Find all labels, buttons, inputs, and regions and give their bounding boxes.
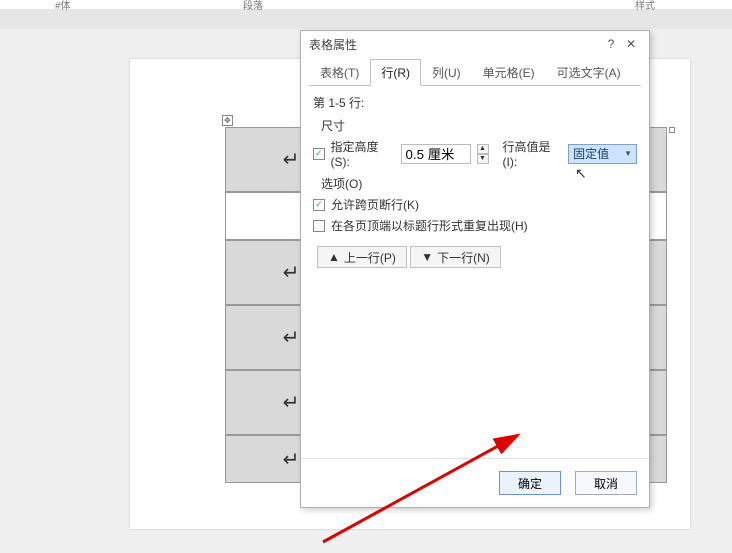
cancel-button[interactable]: 取消 [575, 471, 637, 495]
height-step-down[interactable]: ▼ [477, 154, 489, 164]
paragraph-mark-icon: ↵ [283, 390, 300, 415]
ok-button[interactable]: 确定 [499, 471, 561, 495]
next-row-button[interactable]: ▼下一行(N) [410, 246, 501, 268]
ribbon-group-styles: 样式 [635, 0, 655, 12]
row-height-mode-value: 固定值 [573, 145, 609, 162]
close-button[interactable]: ✕ [621, 37, 641, 51]
chevron-down-icon: ▼ [624, 149, 632, 158]
ribbon-separator [0, 9, 732, 29]
mouse-cursor-icon: ↖ [575, 165, 587, 182]
tab-cell[interactable]: 单元格(E) [472, 59, 546, 86]
tab-row[interactable]: 行(R) [370, 59, 421, 86]
ribbon-group-paragraph: 段落 [243, 0, 263, 12]
previous-row-button[interactable]: ▲上一行(P) [317, 246, 407, 268]
triangle-up-icon: ▲ [328, 250, 340, 264]
ribbon-group-font: #体 [55, 0, 71, 12]
triangle-down-icon: ▼ [421, 250, 433, 264]
row-height-mode-select[interactable]: 固定值 ▼ [568, 144, 637, 164]
paragraph-mark-icon: ↵ [283, 147, 300, 172]
options-section-label: 选项(O) [321, 175, 637, 192]
tab-bar: 表格(T) 行(R) 列(U) 单元格(E) 可选文字(A) [301, 57, 649, 86]
tab-table[interactable]: 表格(T) [309, 59, 370, 86]
help-button[interactable]: ? [601, 37, 621, 51]
table-properties-dialog: 表格属性 ? ✕ 表格(T) 行(R) 列(U) 单元格(E) 可选文字(A) … [300, 30, 650, 508]
row-height-is-label: 行高值是(I): [503, 138, 563, 169]
paragraph-mark-icon: ↵ [283, 447, 300, 472]
specify-height-checkbox[interactable] [313, 148, 325, 160]
tab-alt-text[interactable]: 可选文字(A) [546, 59, 632, 86]
allow-break-checkbox[interactable] [313, 199, 325, 211]
row-range-label: 第 1-5 行: [313, 94, 637, 111]
resize-handle[interactable] [669, 127, 675, 133]
tab-column[interactable]: 列(U) [421, 59, 472, 86]
paragraph-mark-icon: ↵ [283, 325, 300, 350]
repeat-header-label: 在各页顶端以标题行形式重复出现(H) [331, 217, 528, 234]
paragraph-mark-icon: ↵ [283, 260, 300, 285]
row-height-input[interactable] [401, 144, 471, 164]
size-section-label: 尺寸 [321, 117, 637, 134]
table-move-handle[interactable]: ✥ [222, 115, 233, 126]
height-step-up[interactable]: ▲ [477, 144, 489, 154]
specify-height-label: 指定高度(S): [331, 138, 395, 169]
allow-break-label: 允许跨页断行(K) [331, 196, 419, 213]
repeat-header-checkbox[interactable] [313, 220, 325, 232]
dialog-title: 表格属性 [309, 36, 357, 53]
